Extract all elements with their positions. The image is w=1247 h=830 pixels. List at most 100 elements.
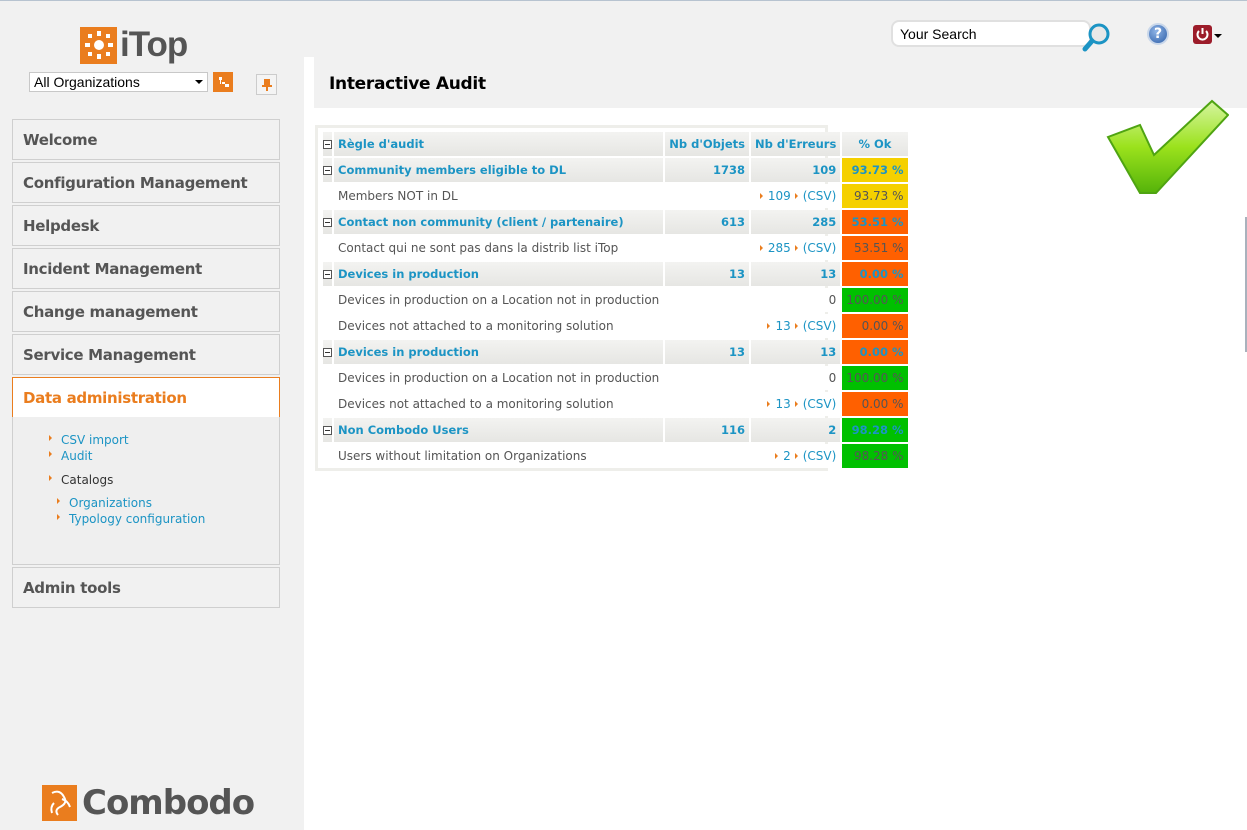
menu-data-administration[interactable]: Data administration bbox=[12, 377, 280, 418]
hierarchy-icon bbox=[219, 77, 229, 87]
minus-icon bbox=[323, 426, 332, 435]
category-ok-percent: 93.73 % bbox=[842, 158, 908, 182]
category-objects: 613 bbox=[665, 210, 749, 234]
category-ok-percent: 0.00 % bbox=[842, 262, 908, 286]
menu-welcome[interactable]: Welcome bbox=[12, 119, 280, 160]
category-ok-percent: 0.00 % bbox=[842, 340, 908, 364]
rule-errors: 0 bbox=[828, 371, 837, 385]
rule-ok-percent: 93.73 % bbox=[842, 184, 908, 208]
minus-icon bbox=[323, 348, 332, 357]
audit-rule-row: Devices not attached to a monitoring sol… bbox=[323, 314, 908, 338]
rule-csv-link[interactable]: (CSV) bbox=[803, 397, 837, 411]
bullet-icon bbox=[49, 451, 52, 457]
header-ok[interactable]: % Ok bbox=[842, 132, 908, 156]
combodo-logo[interactable]: Combodo bbox=[42, 783, 255, 823]
rule-indent bbox=[323, 288, 332, 312]
rule-csv-link[interactable]: (CSV) bbox=[803, 319, 837, 333]
submenu-audit[interactable]: Audit bbox=[61, 449, 92, 463]
category-name[interactable]: Non Combodo Users bbox=[334, 418, 664, 442]
arrow-icon bbox=[794, 245, 798, 251]
user-menu-caret-icon[interactable] bbox=[1214, 34, 1222, 38]
menu-service-management[interactable]: Service Management bbox=[12, 334, 280, 375]
collapse-all-toggle[interactable] bbox=[323, 132, 332, 156]
organization-select[interactable]: All Organizations bbox=[29, 72, 208, 92]
pin-icon bbox=[261, 78, 272, 91]
category-ok-percent: 98.28 % bbox=[842, 418, 908, 442]
audit-category-row: Community members eligible to DL 1738 109 9… bbox=[323, 158, 908, 182]
category-objects: 13 bbox=[665, 262, 749, 286]
audit-table-container: Règle d'audit Nb d'Objets Nb d'Erreurs %… bbox=[315, 125, 908, 471]
category-ok-percent: 53.51 % bbox=[842, 210, 908, 234]
category-toggle[interactable] bbox=[323, 340, 332, 364]
rule-objects bbox=[665, 236, 749, 260]
audit-rule-row: Devices in production on a Location not … bbox=[323, 288, 908, 312]
category-toggle[interactable] bbox=[323, 158, 332, 182]
category-toggle[interactable] bbox=[323, 262, 332, 286]
itop-logo-text: iTop bbox=[120, 25, 188, 64]
minus-icon bbox=[323, 270, 332, 279]
menu-admin-tools[interactable]: Admin tools bbox=[12, 567, 280, 608]
category-errors: 285 bbox=[750, 210, 841, 234]
rule-csv-link[interactable]: (CSV) bbox=[803, 449, 837, 463]
rule-ok-percent: 100.00 % bbox=[842, 288, 908, 312]
search-input[interactable]: Your Search bbox=[891, 20, 1091, 47]
category-toggle[interactable] bbox=[323, 418, 332, 442]
rule-indent bbox=[323, 392, 332, 416]
menu-helpdesk[interactable]: Helpdesk bbox=[12, 205, 280, 246]
category-name[interactable]: Devices in production bbox=[334, 262, 664, 286]
minus-icon bbox=[323, 166, 332, 175]
rule-errors-link[interactable]: 2 bbox=[783, 449, 791, 463]
sidebar: iTop All Organizations Welcome Configura… bbox=[0, 1, 304, 830]
category-toggle[interactable] bbox=[323, 210, 332, 234]
rule-indent bbox=[323, 314, 332, 338]
audit-category-row: Contact non community (client / partenai… bbox=[323, 210, 908, 234]
pin-sidebar-button[interactable] bbox=[256, 74, 277, 95]
menu-change-management[interactable]: Change management bbox=[12, 291, 280, 332]
audit-table: Règle d'audit Nb d'Objets Nb d'Erreurs %… bbox=[321, 130, 910, 470]
itop-logo-icon bbox=[80, 26, 117, 64]
submenu-typology-configuration[interactable]: Typology configuration bbox=[69, 512, 205, 526]
rule-csv-link[interactable]: (CSV) bbox=[803, 241, 837, 255]
audit-category-row: Non Combodo Users 116 2 98.28 % bbox=[323, 418, 908, 442]
rule-errors-cell: 0 bbox=[750, 288, 841, 312]
rule-name: Devices in production on a Location not … bbox=[334, 288, 664, 312]
itop-logo[interactable]: iTop bbox=[80, 25, 188, 65]
submenu-catalogs: Catalogs bbox=[61, 473, 114, 487]
submenu-organizations[interactable]: Organizations bbox=[69, 496, 152, 510]
category-objects: 1738 bbox=[665, 158, 749, 182]
rule-errors-cell: 13 (CSV) bbox=[750, 392, 841, 416]
header-rule[interactable]: Règle d'audit bbox=[334, 132, 664, 156]
arrow-icon bbox=[775, 453, 779, 459]
help-icon[interactable]: ? bbox=[1147, 23, 1169, 45]
header-errors[interactable]: Nb d'Erreurs bbox=[750, 132, 841, 156]
rule-indent bbox=[323, 184, 332, 208]
arrow-icon bbox=[794, 453, 798, 459]
arrow-icon bbox=[794, 401, 798, 407]
rule-errors-link[interactable]: 109 bbox=[768, 189, 791, 203]
rule-errors-link[interactable]: 285 bbox=[768, 241, 791, 255]
category-errors: 2 bbox=[750, 418, 841, 442]
arrow-icon bbox=[759, 193, 763, 199]
arrow-icon bbox=[767, 401, 771, 407]
menu-configuration-management[interactable]: Configuration Management bbox=[12, 162, 280, 203]
submenu-csv-import[interactable]: CSV import bbox=[61, 433, 129, 447]
category-name[interactable]: Contact non community (client / partenai… bbox=[334, 210, 664, 234]
audit-rule-row: Contact qui ne sont pas dans la distrib … bbox=[323, 236, 908, 260]
bullet-icon bbox=[49, 435, 52, 441]
rule-objects bbox=[665, 444, 749, 468]
rule-csv-link[interactable]: (CSV) bbox=[803, 189, 837, 203]
page-title: Interactive Audit bbox=[329, 74, 486, 94]
search-icon[interactable] bbox=[1082, 22, 1112, 56]
category-name[interactable]: Devices in production bbox=[334, 340, 664, 364]
power-icon[interactable] bbox=[1193, 25, 1212, 44]
header-objects[interactable]: Nb d'Objets bbox=[665, 132, 749, 156]
rule-errors-link[interactable]: 13 bbox=[775, 397, 790, 411]
rule-errors-link[interactable]: 13 bbox=[775, 319, 790, 333]
rule-ok-percent: 98.28 % bbox=[842, 444, 908, 468]
menu-incident-management[interactable]: Incident Management bbox=[12, 248, 280, 289]
rule-name: Members NOT in DL bbox=[334, 184, 664, 208]
organization-tree-button[interactable] bbox=[213, 72, 233, 92]
category-errors: 13 bbox=[750, 340, 841, 364]
rule-ok-percent: 53.51 % bbox=[842, 236, 908, 260]
category-name[interactable]: Community members eligible to DL bbox=[334, 158, 664, 182]
